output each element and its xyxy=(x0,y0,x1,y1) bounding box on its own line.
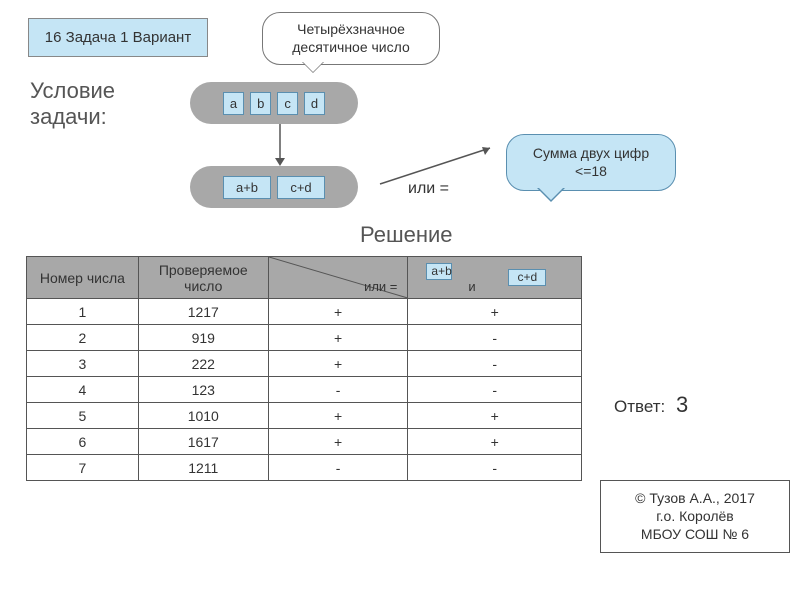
table-cell: + xyxy=(268,403,408,429)
table-cell: + xyxy=(268,351,408,377)
table-cell: 4 xyxy=(27,377,139,403)
credit-box: © Тузов А.А., 2017г.о. КоролёвМБОУ СОШ №… xyxy=(600,480,790,553)
table-cell: + xyxy=(408,403,582,429)
table-cell: 1217 xyxy=(138,299,268,325)
chip-d: d xyxy=(304,92,325,115)
table-cell: 5 xyxy=(27,403,139,429)
table-cell: 2 xyxy=(27,325,139,351)
table-cell: 1010 xyxy=(138,403,268,429)
col-header-or: или = xyxy=(268,257,408,299)
chip-cd: c+d xyxy=(277,176,325,199)
table-row: 4123-- xyxy=(27,377,582,403)
solution-table: Номер числа Проверяемое число или = a+b … xyxy=(26,256,582,481)
callout-sum: Сумма двух цифр <=18 xyxy=(506,134,676,191)
table-cell: - xyxy=(408,351,582,377)
table-row: 11217++ xyxy=(27,299,582,325)
table-row: 2919+- xyxy=(27,325,582,351)
table-row: 3222+- xyxy=(27,351,582,377)
answer-label: Ответ: xyxy=(614,397,665,416)
answer: Ответ: 3 xyxy=(614,392,688,418)
solution-label: Решение xyxy=(360,222,453,248)
chip-b: b xyxy=(250,92,271,115)
arrow-down-icon xyxy=(272,124,288,166)
table-cell: - xyxy=(408,455,582,481)
mini-cd: c+d xyxy=(508,269,546,286)
table-row: 51010++ xyxy=(27,403,582,429)
table-cell: 7 xyxy=(27,455,139,481)
callout-four-digit: Четырёхзначное десятичное число xyxy=(262,12,440,65)
table-row: 61617++ xyxy=(27,429,582,455)
table-cell: 1 xyxy=(27,299,139,325)
chip-ab: a+b xyxy=(223,176,271,199)
pill-digits: a b c d xyxy=(190,82,358,124)
table-cell: 919 xyxy=(138,325,268,351)
col-header-and: a+b и c+d xyxy=(408,257,582,299)
table-cell: + xyxy=(268,429,408,455)
table-cell: + xyxy=(408,299,582,325)
table-cell: 222 xyxy=(138,351,268,377)
mini-and: и xyxy=(468,279,475,294)
table-cell: 1211 xyxy=(138,455,268,481)
table-cell: 6 xyxy=(27,429,139,455)
col-header-number: Проверяемое число xyxy=(138,257,268,299)
table-cell: - xyxy=(268,455,408,481)
hdr-ili-label: или = xyxy=(364,279,397,294)
table-cell: 1617 xyxy=(138,429,268,455)
table-cell: + xyxy=(268,299,408,325)
condition-label: Условиезадачи: xyxy=(30,78,115,131)
table-cell: 3 xyxy=(27,351,139,377)
table-cell: - xyxy=(408,325,582,351)
pill-sums: a+b c+d xyxy=(190,166,358,208)
col-header-index: Номер числа xyxy=(27,257,139,299)
chip-a: a xyxy=(223,92,244,115)
table-cell: + xyxy=(268,325,408,351)
table-row: 71211-- xyxy=(27,455,582,481)
table-cell: - xyxy=(268,377,408,403)
table-cell: - xyxy=(408,377,582,403)
table-cell: 123 xyxy=(138,377,268,403)
mini-ab: a+b xyxy=(426,263,452,280)
table-cell: + xyxy=(408,429,582,455)
answer-value: 3 xyxy=(676,392,688,417)
title-box: 16 Задача 1 Вариант xyxy=(28,18,208,57)
chip-c: c xyxy=(277,92,298,115)
arrow-diag-icon xyxy=(370,142,510,192)
